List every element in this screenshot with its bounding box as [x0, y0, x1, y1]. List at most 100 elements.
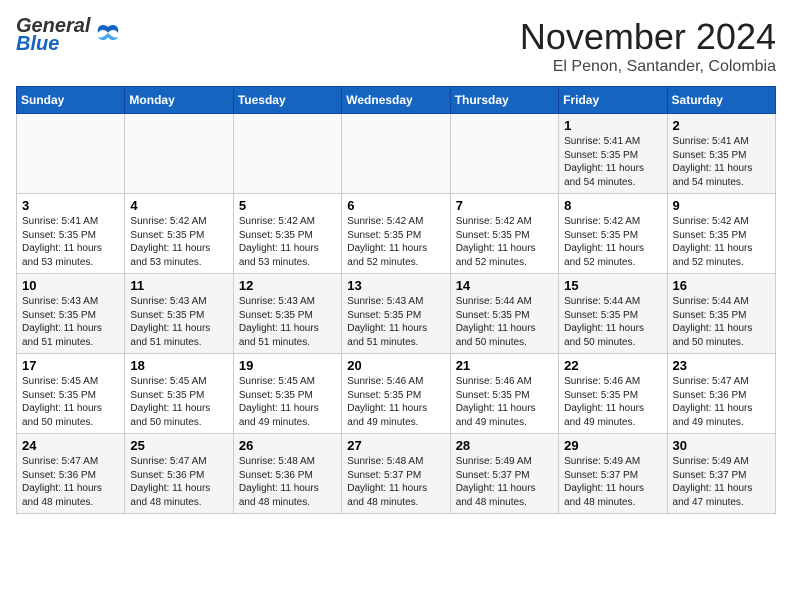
day-info: Sunrise: 5:43 AMSunset: 5:35 PMDaylight:…	[347, 295, 444, 349]
day-number: 12	[239, 278, 336, 293]
day-cell: 20 Sunrise: 5:46 AMSunset: 5:35 PMDayligh…	[342, 354, 450, 434]
weekday-header-row: SundayMondayTuesdayWednesdayThursdayFrid…	[17, 87, 776, 114]
week-row-3: 10Sunrise: 5:43 AMSunset: 5:35 PMDayligh…	[17, 274, 776, 354]
day-info: Sunrise: 5:42 AMSunset: 5:35 PMDaylight:…	[239, 215, 336, 269]
week-row-2: 3 Sunrise: 5:41 AMSunset: 5:35 PMDaylight…	[17, 194, 776, 274]
day-number: 24	[22, 438, 119, 453]
day-cell: 10Sunrise: 5:43 AMSunset: 5:35 PMDayligh…	[17, 274, 125, 354]
day-info: Sunrise: 5:42 AMSunset: 5:35 PMDaylight:…	[456, 215, 553, 269]
day-number: 3	[22, 198, 119, 213]
day-cell: 14 Sunrise: 5:44 AMSunset: 5:35 PMDayligh…	[450, 274, 558, 354]
day-cell: 2 Sunrise: 5:41 AMSunset: 5:35 PMDaylight…	[667, 114, 775, 194]
weekday-header-wednesday: Wednesday	[342, 87, 450, 114]
day-number: 17	[22, 358, 119, 373]
day-number: 21	[456, 358, 553, 373]
weekday-header-tuesday: Tuesday	[233, 87, 341, 114]
day-info: Sunrise: 5:46 AMSunset: 5:35 PMDaylight:…	[347, 375, 444, 429]
weekday-header-monday: Monday	[125, 87, 233, 114]
day-info: Sunrise: 5:47 AMSunset: 5:36 PMDaylight:…	[130, 455, 227, 509]
day-cell: 13 Sunrise: 5:43 AMSunset: 5:35 PMDayligh…	[342, 274, 450, 354]
day-info: Sunrise: 5:46 AMSunset: 5:35 PMDaylight:…	[456, 375, 553, 429]
day-cell: 5 Sunrise: 5:42 AMSunset: 5:35 PMDaylight…	[233, 194, 341, 274]
day-cell: 24 Sunrise: 5:47 AMSunset: 5:36 PMDayligh…	[17, 434, 125, 514]
day-info: Sunrise: 5:49 AMSunset: 5:37 PMDaylight:…	[564, 455, 661, 509]
day-cell: 6Sunrise: 5:42 AMSunset: 5:35 PMDaylight…	[342, 194, 450, 274]
week-row-5: 24 Sunrise: 5:47 AMSunset: 5:36 PMDayligh…	[17, 434, 776, 514]
day-number: 7	[456, 198, 553, 213]
day-cell: 3 Sunrise: 5:41 AMSunset: 5:35 PMDaylight…	[17, 194, 125, 274]
day-number: 26	[239, 438, 336, 453]
day-number: 14	[456, 278, 553, 293]
day-info: Sunrise: 5:46 AMSunset: 5:35 PMDaylight:…	[564, 375, 661, 429]
day-cell: 7 Sunrise: 5:42 AMSunset: 5:35 PMDaylight…	[450, 194, 558, 274]
day-cell: 25 Sunrise: 5:47 AMSunset: 5:36 PMDayligh…	[125, 434, 233, 514]
day-number: 16	[673, 278, 770, 293]
day-number: 8	[564, 198, 661, 213]
day-number: 9	[673, 198, 770, 213]
day-number: 25	[130, 438, 227, 453]
day-number: 15	[564, 278, 661, 293]
day-cell: 29 Sunrise: 5:49 AMSunset: 5:37 PMDayligh…	[559, 434, 667, 514]
day-cell: 4 Sunrise: 5:42 AMSunset: 5:35 PMDaylight…	[125, 194, 233, 274]
day-cell: 19Sunrise: 5:45 AMSunset: 5:35 PMDayligh…	[233, 354, 341, 434]
day-number: 13	[347, 278, 444, 293]
day-info: Sunrise: 5:45 AMSunset: 5:35 PMDaylight:…	[22, 375, 119, 429]
day-info: Sunrise: 5:42 AMSunset: 5:35 PMDaylight:…	[130, 215, 227, 269]
day-cell: 12 Sunrise: 5:43 AMSunset: 5:35 PMDayligh…	[233, 274, 341, 354]
day-cell: 1 Sunrise: 5:41 AMSunset: 5:35 PMDaylight…	[559, 114, 667, 194]
week-row-1: 1 Sunrise: 5:41 AMSunset: 5:35 PMDaylight…	[17, 114, 776, 194]
day-number: 4	[130, 198, 227, 213]
day-info: Sunrise: 5:48 AMSunset: 5:37 PMDaylight:…	[347, 455, 444, 509]
day-number: 23	[673, 358, 770, 373]
title-area: November 2024 El Penon, Santander, Colom…	[520, 16, 776, 76]
day-number: 11	[130, 278, 227, 293]
day-cell: 8 Sunrise: 5:42 AMSunset: 5:35 PMDaylight…	[559, 194, 667, 274]
day-info: Sunrise: 5:41 AMSunset: 5:35 PMDaylight:…	[673, 135, 770, 189]
day-cell: 16 Sunrise: 5:44 AMSunset: 5:35 PMDayligh…	[667, 274, 775, 354]
page-header: General Blue November 2024 El Penon, San…	[16, 16, 776, 76]
day-info: Sunrise: 5:43 AMSunset: 5:35 PMDaylight:…	[239, 295, 336, 349]
day-cell: 23 Sunrise: 5:47 AMSunset: 5:36 PMDayligh…	[667, 354, 775, 434]
day-number: 20	[347, 358, 444, 373]
day-cell: 28 Sunrise: 5:49 AMSunset: 5:37 PMDayligh…	[450, 434, 558, 514]
day-info: Sunrise: 5:48 AMSunset: 5:36 PMDaylight:…	[239, 455, 336, 509]
day-info: Sunrise: 5:49 AMSunset: 5:37 PMDaylight:…	[673, 455, 770, 509]
day-number: 1	[564, 118, 661, 133]
day-cell: 11 Sunrise: 5:43 AMSunset: 5:35 PMDayligh…	[125, 274, 233, 354]
day-info: Sunrise: 5:42 AMSunset: 5:35 PMDaylight:…	[564, 215, 661, 269]
day-info: Sunrise: 5:44 AMSunset: 5:35 PMDaylight:…	[673, 295, 770, 349]
weekday-header-friday: Friday	[559, 87, 667, 114]
day-number: 19	[239, 358, 336, 373]
day-cell: 30Sunrise: 5:49 AMSunset: 5:37 PMDayligh…	[667, 434, 775, 514]
day-cell	[17, 114, 125, 194]
logo-blue: Blue	[16, 34, 90, 54]
day-number: 2	[673, 118, 770, 133]
day-number: 22	[564, 358, 661, 373]
day-info: Sunrise: 5:43 AMSunset: 5:35 PMDaylight:…	[130, 295, 227, 349]
day-cell: 15Sunrise: 5:44 AMSunset: 5:35 PMDayligh…	[559, 274, 667, 354]
day-number: 29	[564, 438, 661, 453]
day-info: Sunrise: 5:43 AMSunset: 5:35 PMDaylight:…	[22, 295, 119, 349]
day-info: Sunrise: 5:47 AMSunset: 5:36 PMDaylight:…	[673, 375, 770, 429]
day-cell: 9 Sunrise: 5:42 AMSunset: 5:35 PMDaylight…	[667, 194, 775, 274]
day-cell: 21 Sunrise: 5:46 AMSunset: 5:35 PMDayligh…	[450, 354, 558, 434]
day-cell: 17 Sunrise: 5:45 AMSunset: 5:35 PMDayligh…	[17, 354, 125, 434]
logo-bird-icon	[94, 19, 122, 52]
calendar-table: SundayMondayTuesdayWednesdayThursdayFrid…	[16, 86, 776, 514]
day-info: Sunrise: 5:49 AMSunset: 5:37 PMDaylight:…	[456, 455, 553, 509]
day-cell: 18Sunrise: 5:45 AMSunset: 5:35 PMDayligh…	[125, 354, 233, 434]
day-cell	[342, 114, 450, 194]
day-info: Sunrise: 5:45 AMSunset: 5:35 PMDaylight:…	[130, 375, 227, 429]
day-number: 5	[239, 198, 336, 213]
day-info: Sunrise: 5:41 AMSunset: 5:35 PMDaylight:…	[22, 215, 119, 269]
day-cell: 27Sunrise: 5:48 AMSunset: 5:37 PMDayligh…	[342, 434, 450, 514]
day-info: Sunrise: 5:47 AMSunset: 5:36 PMDaylight:…	[22, 455, 119, 509]
day-info: Sunrise: 5:44 AMSunset: 5:35 PMDaylight:…	[456, 295, 553, 349]
weekday-header-saturday: Saturday	[667, 87, 775, 114]
weekday-header-thursday: Thursday	[450, 87, 558, 114]
day-info: Sunrise: 5:41 AMSunset: 5:35 PMDaylight:…	[564, 135, 661, 189]
day-cell	[450, 114, 558, 194]
day-info: Sunrise: 5:42 AMSunset: 5:35 PMDaylight:…	[673, 215, 770, 269]
day-cell	[125, 114, 233, 194]
day-number: 28	[456, 438, 553, 453]
